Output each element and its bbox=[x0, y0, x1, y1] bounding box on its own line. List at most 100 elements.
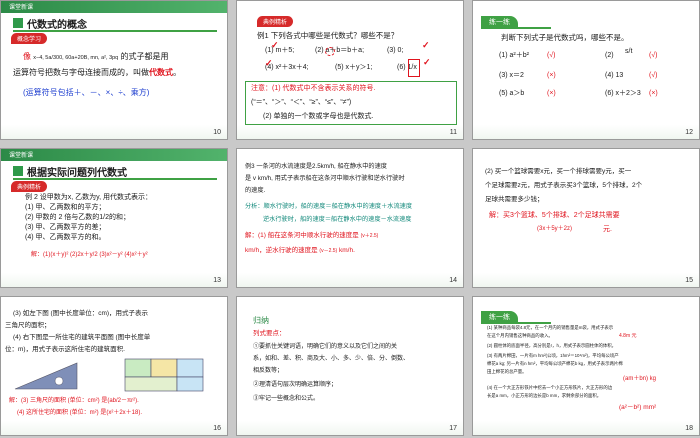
tag-underline bbox=[481, 27, 551, 29]
solution-text-2: km/h，逆水行驶的速度是 bbox=[245, 247, 318, 254]
exercise-1-answer: 4.8m 元 bbox=[619, 333, 637, 339]
slide-footer bbox=[473, 125, 699, 139]
concept-tag: 概念学习 bbox=[11, 33, 48, 44]
check-mark-icon: ✓ bbox=[265, 58, 273, 68]
exercise-3-answer: (am＋bn) kg bbox=[623, 376, 657, 382]
title-underline bbox=[13, 30, 217, 32]
slide-16[interactable]: (3) 如左下图 (图中长度单位：cm)，用式子表示 三角尺的面积； (4) 右… bbox=[0, 296, 228, 436]
exercise-4-answer: (a²－b²) mm² bbox=[619, 404, 657, 411]
item-6: (6) x＋2＞3 bbox=[605, 90, 641, 97]
slide-17[interactable]: 归纳 列式要点： ①要抓住关键词语，明确它们的意义以及它们之间的关 系，如和、差… bbox=[236, 296, 464, 436]
slide-footer bbox=[237, 125, 463, 139]
check-mark-icon: ✓ bbox=[423, 57, 431, 67]
slide-11[interactable]: 典例精析 例1 下列各式中哪些是代数式？哪些不是？ (1) m＋5; (2) a… bbox=[236, 0, 464, 140]
definition-text-1: 的式子都是用 bbox=[120, 52, 169, 61]
title-marker bbox=[13, 18, 23, 28]
item-5-answer: (×) bbox=[547, 90, 556, 97]
subquestion-1: (1) 甲、乙两数和的平方； bbox=[25, 204, 106, 211]
note-line-1: 注意：(1) 代数式中不含表示关系的符号. bbox=[251, 84, 375, 94]
check-mark-icon: ✓ bbox=[271, 40, 279, 50]
slide-footer bbox=[237, 421, 463, 435]
term-algebraic-expression: 代数式 bbox=[149, 68, 173, 77]
definition-line-1: 像 x−4, 5a/300, 60a+20B, mn, a², 3pq 的式子都… bbox=[23, 51, 168, 63]
slide-number: 11 bbox=[449, 129, 457, 136]
summary-point-1a: ①要抓住关键词语，明确它们的意义以及它们之间的关 bbox=[253, 344, 398, 350]
answer-line-1: 解：买3个篮球、5个排球、2个足球共需要 bbox=[489, 212, 620, 219]
slide-header-bar: 课堂新课 bbox=[1, 149, 227, 161]
question-3-line-2: 三角尺的面积； bbox=[5, 322, 51, 329]
solution-text-1: 解：(1) 船在这条河中顺水行驶的速度是 bbox=[245, 232, 359, 239]
item-2-fraction: s/t bbox=[625, 48, 633, 55]
item-2: (2) bbox=[605, 52, 614, 59]
slide-header-label: 课堂新课 bbox=[9, 5, 34, 11]
slide-footer bbox=[473, 421, 699, 435]
question-4-line-2: 位：m)，用式子表示这所住宅的建筑面积. bbox=[5, 346, 125, 353]
slide-header-bar: 课堂新课 bbox=[1, 1, 227, 13]
question-4-line-1: (4) 右下图是一所住宅的建筑平面图 (图中长度单 bbox=[13, 334, 151, 341]
answer-4: (4) 这所住宅的面积 (单位：m²) 是(x²＋2x＋18). bbox=[17, 410, 142, 416]
item-4: (4) 13 bbox=[605, 72, 624, 79]
note-text-1: 注意：(1) 代数式中不含表示关系的符号. bbox=[251, 85, 376, 92]
definition-line-2: 运算符号把数与字母连接而成的，叫做代数式。 bbox=[13, 67, 181, 79]
exercise-2-line-1: (2) 圆柱体的底面半径，高分别是r，h，用式子表示圆柱体的体积。 bbox=[487, 343, 617, 348]
slide-footer bbox=[473, 273, 699, 287]
exercise-4-line-2: 长是a mm，小正方形的边长是b mm，求剩余部分的面积。 bbox=[487, 393, 602, 398]
item-1: (1) a²＋b² bbox=[499, 52, 529, 59]
option-2-cross-mark bbox=[325, 47, 335, 56]
slide-title: 代数式的概念 bbox=[27, 20, 87, 31]
summary-point-1c: 相反数等； bbox=[253, 368, 284, 374]
option-2: (2) a＋b＝b＋a; bbox=[315, 47, 365, 54]
item-5: (5) a＞b bbox=[499, 90, 525, 97]
question-3-line-1: (3) 如左下图 (图中长度单位：cm)，用式子表示 bbox=[13, 310, 149, 317]
floor-plan-figure bbox=[124, 358, 204, 392]
slide-footer bbox=[237, 273, 463, 287]
note-line-2: (“＝”、“＞”、“＜”、“≥”、“≤”、“≠”) bbox=[251, 99, 352, 106]
option-1: (1) m＋5; bbox=[265, 47, 295, 54]
operator-note: (运算符号包括＋、－、×、÷、乘方) bbox=[23, 88, 150, 97]
exercise-1-line-2: 在这个月内销售这种商品的收入。 bbox=[487, 333, 553, 338]
slide-14[interactable]: 例3 一条河的水流速度是2.5km/h, 船在静水中的速度 是 v km/h, … bbox=[236, 148, 464, 288]
analysis-line-2: 逆水行驶时，船的速度＝船在静水中的速度－水流速度 bbox=[263, 216, 412, 223]
title-underline bbox=[13, 178, 217, 180]
triangle-ruler-figure bbox=[14, 362, 78, 390]
slide-number: 12 bbox=[685, 129, 693, 136]
tag-underline bbox=[481, 322, 551, 324]
slide-10[interactable]: 课堂新课 代数式的概念 概念学习 像 x−4, 5a/300, 60a+20B,… bbox=[0, 0, 228, 140]
slide-15[interactable]: (2) 买一个篮球需要x元，买一个排球需要y元，买一 个足球需要z元，用式子表示… bbox=[472, 148, 700, 288]
option-6-box bbox=[408, 59, 420, 77]
subquestion-4: (4) 甲、乙两数平方的和。 bbox=[25, 234, 106, 241]
slide-number: 16 bbox=[213, 425, 221, 432]
question-line-1: (2) 买一个篮球需要x元，买一个排球需要y元，买一 bbox=[485, 168, 632, 175]
slide-12[interactable]: 练一练 判断下列式子是代数式吗，哪些不是。 (1) a²＋b² (√) (2) … bbox=[472, 0, 700, 140]
formula-examples: x−4, 5a/300, 60a+20B, mn, a², 3pq bbox=[33, 55, 119, 61]
item-2-answer: (√) bbox=[649, 52, 658, 59]
slide-18[interactable]: 练一练 (1) 某种商品每袋4.8元，在一个月内的销售量是m袋，用式子表示 在这… bbox=[472, 296, 700, 436]
item-3-answer: (×) bbox=[547, 72, 556, 79]
slide-number: 17 bbox=[449, 425, 457, 432]
example-tag: 典例精析 bbox=[257, 16, 294, 27]
question-line-3: 足球共需要多少钱； bbox=[485, 196, 544, 203]
analysis-line-1: 分析：顺水行驶时，船的速度＝船在静水中的速度＋水流速度 bbox=[245, 203, 413, 210]
example-3-line-2: 是 v km/h, 用式子表示船在这条河中顺水行驶和逆水行驶时 bbox=[245, 175, 405, 182]
item-4-answer: (√) bbox=[649, 72, 658, 79]
summary-point-3: ③牢记一些概念和公式。 bbox=[253, 396, 320, 402]
title-marker bbox=[13, 166, 23, 176]
option-5: (5) x＋y＞1; bbox=[335, 64, 373, 71]
solution-line-1: 解：(1) 船在这条河中顺水行驶的速度是 (v＋2.5) bbox=[245, 231, 378, 240]
exercise-3-line-2: 棉花a kg; 另一片有n hm²，平均每公顷产棉花b kg，用式子表示两片棉 bbox=[487, 361, 623, 366]
slide-number: 10 bbox=[213, 129, 221, 136]
item-3: (3) x＝2 bbox=[499, 72, 524, 79]
upstream-speed: (v－2.5) bbox=[319, 248, 338, 254]
downstream-speed: (v＋2.5) bbox=[360, 233, 379, 239]
definition-prefix: 像 bbox=[23, 52, 31, 61]
slide-number: 14 bbox=[449, 277, 457, 284]
definition-text-2: 运算符号把数与字母连接而成的，叫做 bbox=[13, 68, 149, 77]
solution-line-2: km/h，逆水行驶的速度是 (v－2.5) km/h. bbox=[245, 246, 355, 255]
option-3: (3) 0; bbox=[387, 47, 404, 54]
example-3-line-1: 例3 一条河的水流速度是2.5km/h, 船在静水中的速度 bbox=[245, 163, 387, 170]
slide-13[interactable]: 课堂新课 根据实际问题列代数式 典例精析 例 2 设甲数为x, 乙数为y, 用代… bbox=[0, 148, 228, 288]
definition-period: 。 bbox=[173, 68, 181, 77]
slide-header-label: 课堂新课 bbox=[9, 153, 34, 159]
exercise-4-line-1: (4) 在一个大正方形铁片中挖去一个小正方形铁片，大正方形的边 bbox=[487, 385, 613, 390]
example-tag: 典例精析 bbox=[11, 181, 48, 192]
